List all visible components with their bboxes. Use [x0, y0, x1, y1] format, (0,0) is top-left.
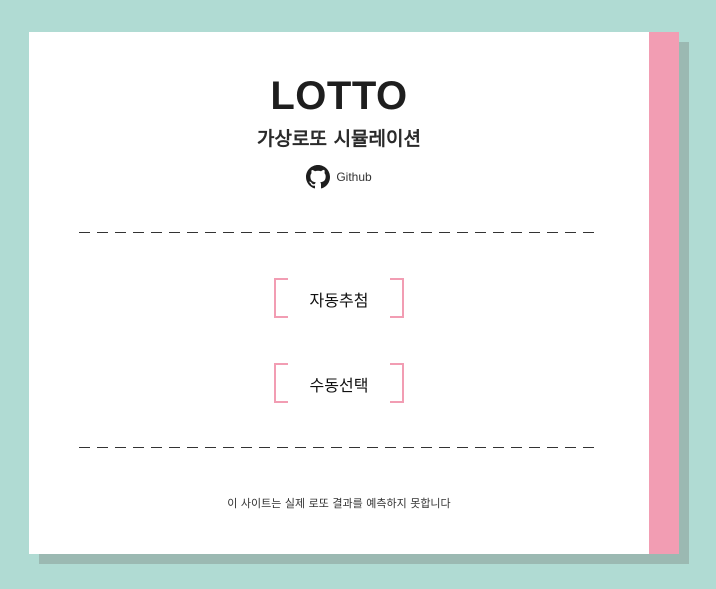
page-title: LOTTO	[270, 74, 408, 118]
disclaimer-text: 이 사이트는 실제 로또 결과를 예측하지 못합니다	[227, 497, 451, 510]
github-icon	[306, 165, 331, 189]
manual-select-label: 수동선택	[309, 378, 369, 395]
github-link[interactable]: Github	[29, 165, 649, 189]
manual-select-button[interactable]: 수동선택	[274, 363, 404, 403]
auto-draw-button[interactable]: 자동추첨	[274, 278, 404, 318]
card-accent-bar	[649, 32, 679, 554]
page-subtitle: 가상로또 시뮬레이션	[257, 128, 421, 150]
divider-bottom	[79, 447, 599, 448]
github-label: Github	[336, 170, 372, 184]
main-card: LOTTO 가상로또 시뮬레이션 Github 자동추첨 수동선택 이 사이트는…	[29, 32, 679, 554]
card-content: LOTTO 가상로또 시뮬레이션 Github 자동추첨 수동선택 이 사이트는…	[29, 32, 649, 554]
auto-draw-label: 자동추첨	[309, 293, 369, 310]
divider-top	[79, 232, 599, 233]
